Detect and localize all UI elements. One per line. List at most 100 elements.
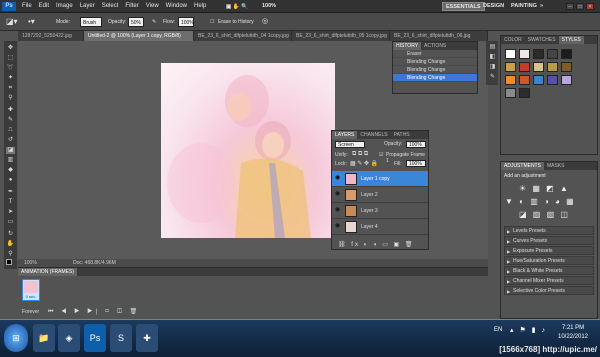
unify-icons[interactable]: ⧉ ⧉ ⧉ [352, 151, 368, 158]
start-button[interactable]: ⊞ [4, 324, 28, 352]
workspace-essentials[interactable]: ESSENTIALS [442, 2, 485, 11]
tab-history[interactable]: HISTORY [393, 42, 422, 50]
playback-controls[interactable]: ⏮ ◀ ▶ ▶| ▭ ◫ 🗑 [48, 308, 140, 316]
history-item[interactable]: Blending Change [393, 66, 477, 74]
panel-icon[interactable]: ◨ [488, 64, 497, 71]
tab-doc-5[interactable]: BE_23_6_shirt_dlfpteluttdh_06.jpg [390, 31, 488, 41]
tablet-pressure-icon[interactable]: ◎ [262, 17, 268, 27]
type-tool-icon[interactable]: T [6, 199, 15, 206]
frame-time[interactable]: 0 sec. [23, 294, 39, 299]
adjustment-icons-row-3[interactable]: ◪ ▨ ▧ ◫ [501, 208, 597, 225]
panel-icon[interactable]: ✎ [488, 74, 497, 81]
tab-doc-4[interactable]: BE_23_6_shirt_dlfpteluttdh_05 1copy.jpg [292, 31, 390, 41]
style-swatch[interactable] [519, 49, 530, 59]
tab-doc-3[interactable]: BE_23_6_shirt_dlfpteluttdh_04 1copy.jpg [194, 31, 292, 41]
gradient-tool-icon[interactable]: ▥ [6, 157, 15, 164]
clock-date[interactable]: 10/22/2012 [556, 334, 590, 340]
fill-input[interactable]: 100% [406, 160, 426, 167]
app-taskbar-icon[interactable]: ✚ [136, 324, 158, 352]
style-swatch[interactable] [519, 88, 530, 98]
lasso-tool-icon[interactable]: ➰ [6, 65, 15, 72]
blend-mode-select[interactable]: Screen [335, 141, 365, 148]
tab-masks[interactable]: MASKS [544, 162, 568, 170]
workspace-painting[interactable]: PAINTING [511, 2, 537, 11]
zoom-tool-icon[interactable]: ⚲ [6, 251, 15, 258]
visibility-eye-icon[interactable]: ◉ [335, 207, 341, 213]
tab-paths[interactable]: PATHS [391, 131, 413, 139]
preset-selective-color[interactable]: Selective Color Presets [504, 286, 594, 296]
menu-image[interactable]: Image [56, 0, 73, 13]
menu-file[interactable]: File [22, 0, 32, 13]
tray-icons[interactable]: ▴ ⚑ ▮ ♪ [510, 326, 547, 334]
zoom-level[interactable]: 100% [262, 2, 276, 11]
erase-to-history-checkbox[interactable]: ☐ [210, 17, 214, 27]
move-tool-icon[interactable]: ✥ [6, 45, 15, 52]
lock-icons[interactable]: ▦ ✎ ✥ 🔒 [350, 160, 378, 167]
shape-tool-icon[interactable]: ▭ [6, 219, 15, 226]
visibility-eye-icon[interactable]: ◉ [335, 223, 341, 229]
style-swatch[interactable] [561, 75, 572, 85]
clock-time[interactable]: 7:21 PM [556, 325, 590, 331]
tab-layers[interactable]: LAYERS [332, 131, 358, 139]
visibility-eye-icon[interactable]: ◉ [335, 191, 341, 197]
history-item[interactable]: Blending Change [393, 58, 477, 66]
workspace-more[interactable]: » [540, 2, 543, 11]
brush-preset-icon[interactable]: •▾ [28, 17, 35, 27]
app-taskbar-icon[interactable]: ◈ [58, 324, 80, 352]
layer-row[interactable]: ◉ Layer 2 [332, 187, 428, 203]
style-swatch[interactable] [561, 49, 572, 59]
skype-taskbar-icon[interactable]: S [110, 324, 132, 352]
menu-window[interactable]: Window [166, 0, 187, 13]
eraser-tool-icon[interactable]: ◪▾ [6, 17, 18, 27]
tab-channels[interactable]: CHANNELS [357, 131, 390, 139]
dodge-tool-icon[interactable]: ● [6, 177, 15, 184]
flow-input[interactable]: 100% [178, 17, 194, 27]
hand-tool-icon[interactable]: ✋ [6, 241, 15, 248]
preset-exposure[interactable]: Exposure Presets [504, 246, 594, 256]
style-swatch[interactable] [519, 75, 530, 85]
loop-select[interactable]: Forever [22, 309, 39, 315]
layer-row[interactable]: ◉ Layer 3 [332, 203, 428, 219]
close-button[interactable]: × [586, 3, 594, 10]
style-swatch[interactable] [561, 62, 572, 72]
tab-swatches[interactable]: SWATCHES [525, 36, 559, 44]
style-swatch[interactable] [547, 62, 558, 72]
crop-tool-icon[interactable]: ⌗ [6, 85, 15, 92]
document-image[interactable] [161, 63, 335, 238]
tab-styles[interactable]: STYLES [558, 36, 584, 44]
adjustment-icons-row-1[interactable]: ☀ ▦ ◩ ▲ [501, 182, 597, 195]
minimize-button[interactable]: – [566, 3, 574, 10]
style-swatch[interactable] [533, 62, 544, 72]
history-brush-tool-icon[interactable]: ↺ [6, 137, 15, 144]
blur-tool-icon[interactable]: ◆ [6, 167, 15, 174]
airbrush-icon[interactable]: ✎ [152, 17, 156, 27]
healing-tool-icon[interactable]: ✚ [6, 107, 15, 114]
style-swatch[interactable] [505, 62, 516, 72]
clone-stamp-tool-icon[interactable]: ⎍ [6, 127, 15, 134]
menu-help[interactable]: Help [194, 0, 206, 13]
pen-tool-icon[interactable]: ✒ [6, 189, 15, 196]
propagate-checkbox[interactable]: ☑ [379, 152, 383, 158]
menu-view[interactable]: View [146, 0, 159, 13]
menu-select[interactable]: Select [102, 0, 119, 13]
style-swatch[interactable] [533, 49, 544, 59]
style-swatch[interactable] [505, 75, 516, 85]
panel-icon[interactable]: ▤ [488, 44, 497, 51]
layer-row[interactable]: ◉ Layer 4 [332, 219, 428, 235]
layer-row-selected[interactable]: ◉ Layer 1 copy [332, 171, 428, 187]
quick-select-tool-icon[interactable]: ✦ [6, 75, 15, 82]
tab-doc-1[interactable]: 1287292_5250422.jpg [18, 31, 84, 41]
preset-curves[interactable]: Curves Presets [504, 236, 594, 246]
preset-hue-saturation[interactable]: Hue/Saturation Presets [504, 256, 594, 266]
explorer-taskbar-icon[interactable]: 📁 [33, 324, 55, 352]
maximize-button[interactable]: □ [576, 3, 584, 10]
style-swatch[interactable] [547, 75, 558, 85]
tab-doc-active[interactable]: Untitled-2 @ 100% (Layer 1 copy, RGB/8) [84, 31, 194, 41]
preset-channel-mixer[interactable]: Channel Mixer Presets [504, 276, 594, 286]
preset-black-white[interactable]: Black & White Presets [504, 266, 594, 276]
layer-opacity-input[interactable]: 100% [406, 141, 426, 148]
preset-levels[interactable]: Levels Presets [504, 226, 594, 236]
path-select-tool-icon[interactable]: ➤ [6, 209, 15, 216]
style-swatch[interactable] [505, 49, 516, 59]
eraser-tool-icon[interactable]: ◪ [6, 147, 15, 154]
